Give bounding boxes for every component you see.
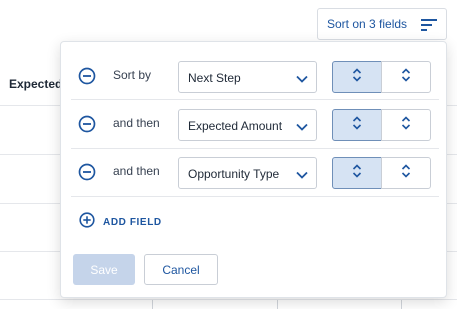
remove-circle-icon[interactable] xyxy=(78,115,96,133)
column-header-expected: Expected xyxy=(9,77,63,91)
add-circle-icon xyxy=(79,211,95,233)
sort-row-prefix: and then xyxy=(113,116,160,130)
chevron-up-down-icon xyxy=(401,163,411,183)
remove-circle-icon[interactable] xyxy=(78,163,96,181)
chevron-up-down-icon xyxy=(352,67,362,87)
sort-row: and then Opportunity Type xyxy=(71,148,439,196)
chevron-down-icon xyxy=(296,168,308,186)
sort-row: and then Expected Amount xyxy=(71,100,439,148)
sort-fields-label: Sort on 3 fields xyxy=(327,17,408,31)
sort-panel: Sort by Next Step and then Expected Amou… xyxy=(60,41,447,298)
sort-field-value: Opportunity Type xyxy=(188,167,280,181)
sort-lines-icon xyxy=(421,18,437,37)
sort-row-prefix: and then xyxy=(113,164,160,178)
sort-ascending-button[interactable] xyxy=(332,109,382,141)
cancel-button[interactable]: Cancel xyxy=(144,254,218,285)
sort-field-value: Next Step xyxy=(188,71,241,85)
add-field-label: ADD FIELD xyxy=(103,216,162,228)
chevron-up-down-icon xyxy=(352,115,362,135)
chevron-down-icon xyxy=(296,72,308,90)
add-field-button[interactable]: ADD FIELD xyxy=(79,211,162,233)
sort-direction-toggle xyxy=(332,109,431,141)
sort-direction-toggle xyxy=(332,157,431,189)
sort-direction-toggle xyxy=(332,61,431,93)
sort-fields-button[interactable]: Sort on 3 fields xyxy=(317,8,447,40)
sort-descending-button[interactable] xyxy=(381,109,431,141)
chevron-down-icon xyxy=(296,120,308,138)
sort-field-value: Expected Amount xyxy=(188,119,283,133)
sort-ascending-button[interactable] xyxy=(332,157,382,189)
sort-field-select[interactable]: Expected Amount xyxy=(178,109,317,141)
sort-field-select[interactable]: Next Step xyxy=(178,61,317,93)
row-divider xyxy=(71,196,439,197)
sort-row-prefix: Sort by xyxy=(113,68,152,82)
sort-ascending-button[interactable] xyxy=(332,61,382,93)
table-divider xyxy=(0,299,457,300)
column-divider xyxy=(277,300,278,309)
sort-row: Sort by Next Step xyxy=(71,52,439,100)
column-divider xyxy=(152,300,153,309)
chevron-up-down-icon xyxy=(401,67,411,87)
chevron-up-down-icon xyxy=(401,115,411,135)
sort-descending-button[interactable] xyxy=(381,61,431,93)
remove-circle-icon[interactable] xyxy=(78,67,96,85)
sort-descending-button[interactable] xyxy=(381,157,431,189)
save-button[interactable]: Save xyxy=(73,254,135,285)
chevron-up-down-icon xyxy=(352,163,362,183)
sort-field-select[interactable]: Opportunity Type xyxy=(178,157,317,189)
column-divider xyxy=(401,300,402,309)
